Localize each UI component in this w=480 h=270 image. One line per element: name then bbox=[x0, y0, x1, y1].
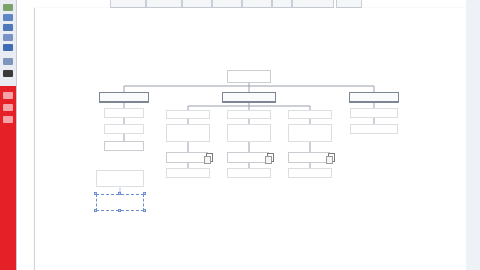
org-root-node[interactable] bbox=[227, 70, 271, 83]
tab[interactable] bbox=[110, 0, 146, 8]
top-tab-strip bbox=[110, 0, 370, 8]
org-node[interactable] bbox=[166, 168, 210, 178]
org-node[interactable] bbox=[166, 110, 210, 119]
org-node-level1[interactable] bbox=[99, 92, 149, 103]
unattached-node[interactable] bbox=[96, 170, 144, 187]
resize-handle[interactable] bbox=[143, 192, 146, 195]
org-node[interactable] bbox=[227, 152, 269, 163]
tool-icon[interactable] bbox=[3, 4, 13, 11]
tab[interactable] bbox=[242, 0, 272, 8]
org-node[interactable] bbox=[350, 124, 398, 134]
org-node[interactable] bbox=[350, 108, 398, 118]
org-node[interactable] bbox=[227, 110, 271, 119]
tab[interactable] bbox=[212, 0, 242, 8]
resize-handle[interactable] bbox=[118, 209, 121, 212]
org-node[interactable] bbox=[104, 141, 144, 151]
resize-handle[interactable] bbox=[143, 209, 146, 212]
document-icon bbox=[204, 153, 213, 164]
tab[interactable] bbox=[272, 0, 292, 8]
resize-handle[interactable] bbox=[94, 192, 97, 195]
tab[interactable] bbox=[336, 0, 362, 8]
tool-icon[interactable] bbox=[3, 58, 13, 65]
tool-icon[interactable] bbox=[3, 14, 13, 21]
org-node-level1[interactable] bbox=[349, 92, 399, 103]
org-node[interactable] bbox=[166, 152, 208, 163]
tool-icon[interactable] bbox=[3, 92, 13, 99]
tool-icon[interactable] bbox=[3, 34, 13, 41]
tab[interactable] bbox=[292, 0, 334, 8]
org-node[interactable] bbox=[104, 108, 144, 118]
resize-handle[interactable] bbox=[94, 209, 97, 212]
right-scroll-rail[interactable] bbox=[466, 0, 480, 270]
red-panel bbox=[0, 86, 16, 270]
org-node-level1[interactable] bbox=[222, 92, 276, 103]
tool-icon[interactable] bbox=[3, 44, 13, 51]
org-node[interactable] bbox=[288, 152, 330, 163]
tab[interactable] bbox=[146, 0, 182, 8]
org-node[interactable] bbox=[288, 124, 332, 142]
org-node[interactable] bbox=[288, 110, 332, 119]
resize-handle[interactable] bbox=[118, 192, 121, 195]
tool-icon[interactable] bbox=[3, 70, 13, 77]
document-icon bbox=[265, 153, 274, 164]
org-node[interactable] bbox=[227, 124, 271, 142]
org-node[interactable] bbox=[166, 124, 210, 142]
tab[interactable] bbox=[182, 0, 212, 8]
org-node[interactable] bbox=[227, 168, 271, 178]
tool-icon[interactable] bbox=[3, 104, 13, 111]
left-toolbar bbox=[0, 0, 17, 270]
tool-icon[interactable] bbox=[3, 24, 13, 31]
org-node[interactable] bbox=[104, 124, 144, 134]
org-node[interactable] bbox=[288, 168, 332, 178]
tool-icon[interactable] bbox=[3, 116, 13, 123]
document-icon bbox=[326, 153, 335, 164]
